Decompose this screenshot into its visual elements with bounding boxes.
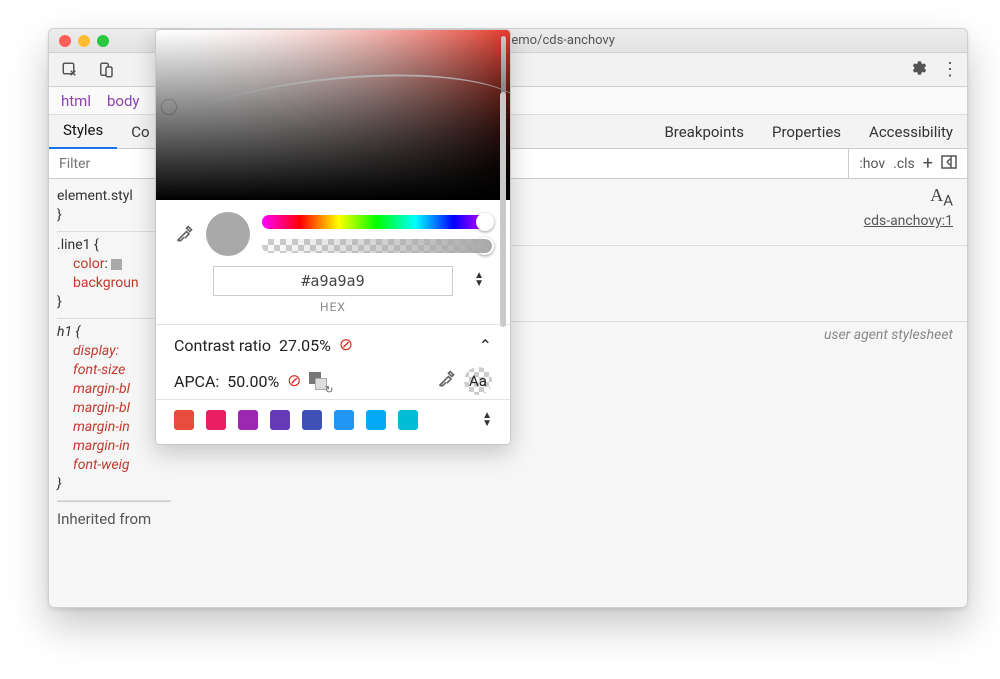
prop-color[interactable]: color — [73, 256, 104, 272]
palette-swatch[interactable] — [302, 410, 322, 430]
color-swatch-icon[interactable] — [111, 259, 122, 270]
hex-label[interactable]: HEX — [320, 300, 346, 314]
prop-margin-inline-2[interactable]: margin-in — [57, 437, 171, 456]
devtools-window: DevTools - jec.fyi/demo/cds-anchovy Sour… — [48, 28, 968, 608]
palette-swatches: ▲▼ — [156, 400, 510, 444]
hex-input[interactable] — [213, 266, 453, 296]
text-aa-icon[interactable]: AA — [930, 185, 953, 210]
crumb-html[interactable]: html — [61, 92, 91, 110]
brace-close: } — [57, 206, 171, 225]
prop-background[interactable]: backgroun — [73, 275, 139, 291]
tab-dom-breakpoints[interactable]: Breakpoints — [650, 123, 758, 141]
brace-close-2: } — [57, 293, 171, 312]
alpha-slider[interactable] — [262, 239, 492, 253]
eyedropper-icon[interactable] — [174, 224, 194, 244]
bg-eyedropper-icon[interactable] — [436, 369, 456, 393]
apca-label: APCA: — [174, 372, 219, 391]
sidebar-toggle-icon[interactable] — [941, 155, 957, 173]
cls-toggle[interactable]: .cls — [893, 156, 915, 172]
palette-swatch[interactable] — [270, 410, 290, 430]
hue-thumb[interactable] — [476, 213, 494, 231]
text-preview-icon[interactable]: Aa — [464, 367, 492, 395]
inspect-icon[interactable] — [57, 59, 83, 81]
contrast-collapse-icon[interactable]: ⌃ — [479, 336, 492, 355]
palette-swatch[interactable] — [366, 410, 386, 430]
contrast-ratio-label: Contrast ratio — [174, 336, 271, 355]
tab-properties[interactable]: Properties — [758, 123, 855, 141]
tab-accessibility[interactable]: Accessibility — [855, 123, 967, 141]
hov-toggle[interactable]: :hov — [859, 156, 885, 172]
sv-handle[interactable] — [162, 100, 176, 114]
popover-scrollbar[interactable] — [500, 92, 506, 428]
current-color-swatch[interactable] — [206, 212, 250, 256]
palette-swatch[interactable] — [238, 410, 258, 430]
format-switch-icon[interactable]: ▲▼ — [474, 272, 484, 288]
element-style-selector[interactable]: element.styl — [57, 187, 171, 206]
crumb-body[interactable]: body — [107, 92, 140, 110]
palette-swatch[interactable] — [334, 410, 354, 430]
gear-icon[interactable] — [909, 59, 927, 81]
apca-value: 50.00% — [227, 372, 279, 391]
color-picker-popover: ▲▼ HEX Contrast ratio 27.05% ⊘ ⌃ APCA: 5… — [155, 29, 511, 445]
apca-fail-icon: ⊘ — [287, 371, 301, 391]
alpha-thumb[interactable] — [476, 237, 494, 255]
kebab-icon[interactable]: ⋮ — [941, 59, 959, 80]
swap-colors-icon[interactable]: ↻ — [309, 372, 327, 390]
palette-swatch[interactable] — [206, 410, 226, 430]
prop-margin-inline-1[interactable]: margin-in — [57, 418, 171, 437]
prop-display[interactable]: display: — [57, 342, 171, 361]
prop-margin-block-2[interactable]: margin-bl — [57, 399, 171, 418]
prop-font-size[interactable]: font-size — [57, 361, 171, 380]
saturation-value-field[interactable] — [156, 30, 510, 200]
prop-font-weight[interactable]: font-weig — [57, 456, 171, 475]
new-rule-button[interactable]: + — [923, 153, 933, 174]
h1-selector[interactable]: h1 { — [57, 323, 171, 342]
line1-selector[interactable]: .line1 { — [57, 236, 171, 255]
palette-switch-icon[interactable]: ▲▼ — [482, 412, 492, 428]
device-icon[interactable] — [93, 59, 119, 81]
brace-close-3: } — [57, 475, 171, 494]
contrast-fail-icon: ⊘ — [339, 335, 353, 355]
inherited-section: Inherited from — [57, 501, 171, 529]
source-link[interactable]: cds-anchovy:1 — [864, 213, 953, 229]
user-agent-stylesheet-label: user agent stylesheet — [824, 327, 953, 343]
palette-swatch[interactable] — [398, 410, 418, 430]
hue-slider[interactable] — [262, 215, 492, 229]
contrast-line — [156, 58, 510, 188]
contrast-ratio-value: 27.05% — [279, 336, 331, 355]
tab-styles[interactable]: Styles — [49, 114, 117, 149]
palette-swatch[interactable] — [174, 410, 194, 430]
prop-margin-block-1[interactable]: margin-bl — [57, 380, 171, 399]
